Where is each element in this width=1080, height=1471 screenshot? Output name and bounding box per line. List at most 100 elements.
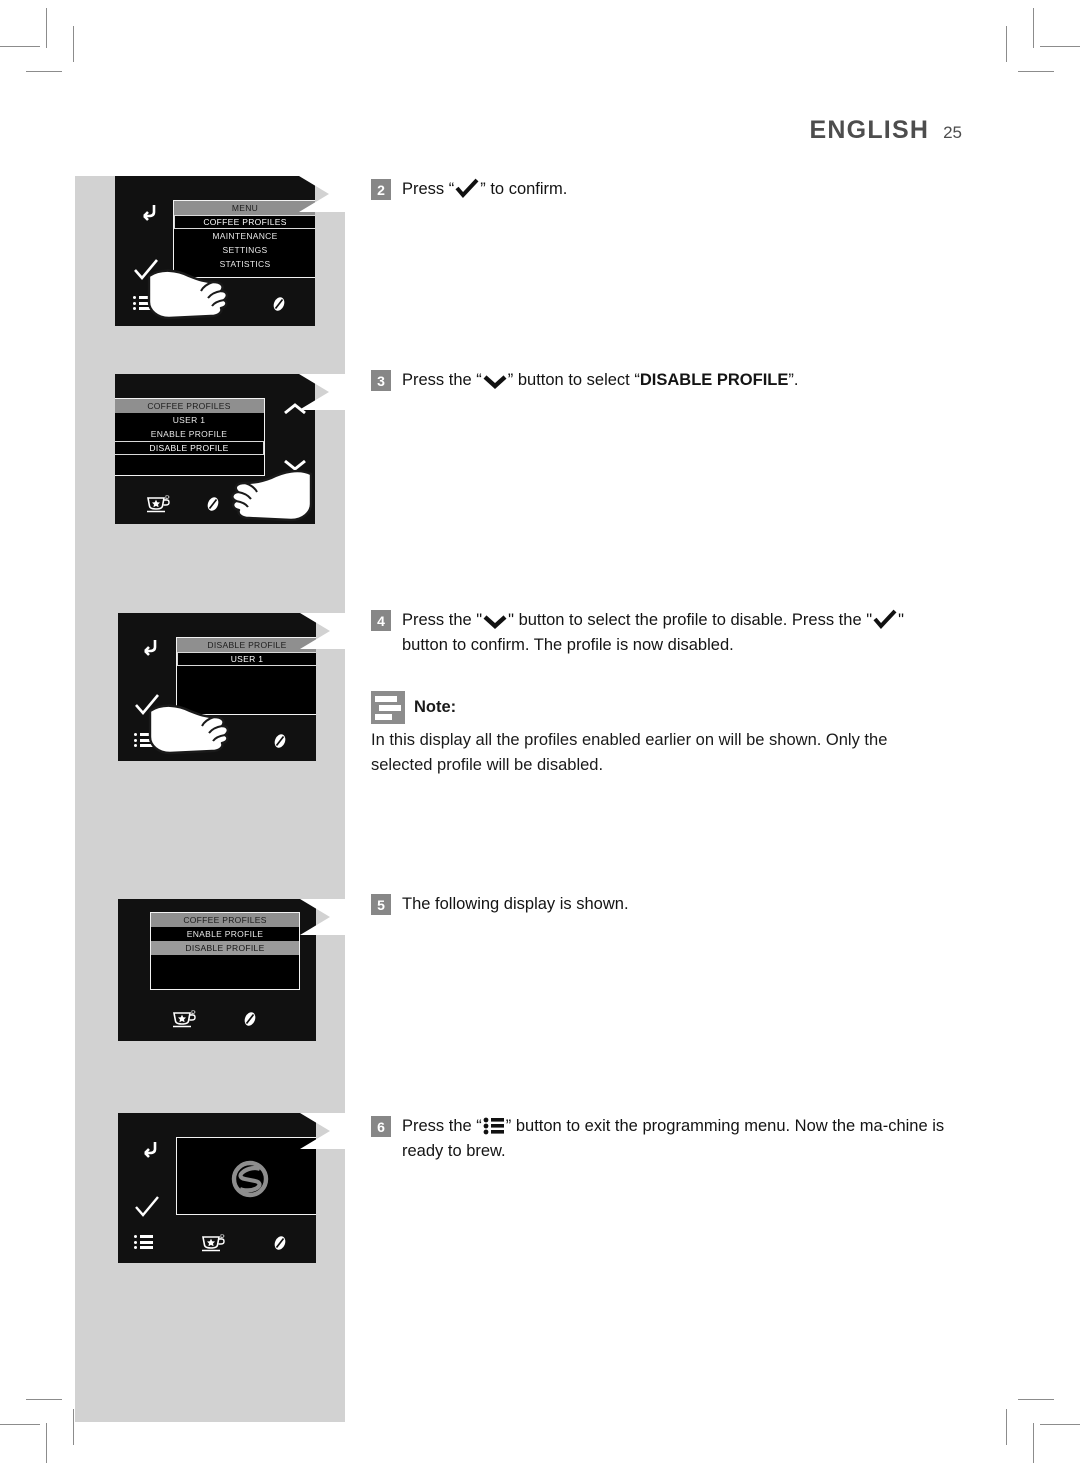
- crop-mark: [1006, 1409, 1007, 1445]
- step-number-badge: 6: [371, 1116, 391, 1137]
- display-coffee-profiles: COFFEE PROFILES USER 1 ENABLE PROFILE DI…: [115, 374, 345, 524]
- crop-mark: [46, 8, 47, 48]
- svg-text:P: P: [191, 1011, 196, 1018]
- list-menu-icon: [483, 1117, 504, 1135]
- back-arrow-icon[interactable]: [137, 198, 161, 227]
- menu-row-user-1[interactable]: USER 1: [177, 652, 316, 666]
- coffee-bean-icon[interactable]: [205, 496, 221, 517]
- back-arrow-icon[interactable]: [138, 1135, 162, 1164]
- checkmark-icon[interactable]: [134, 1195, 160, 1219]
- display-ready-logo: P: [118, 1113, 346, 1263]
- step-6: 6 Press the “” button to exit the progra…: [371, 1114, 961, 1164]
- menu-row-header: DISABLE PROFILE: [177, 638, 316, 652]
- crop-mark: [1018, 1399, 1054, 1400]
- menu-row-disable-profile[interactable]: DISABLE PROFILE: [151, 941, 299, 955]
- coffee-profiles-after-list: COFFEE PROFILES ENABLE PROFILE DISABLE P…: [150, 912, 300, 990]
- note-block: Note: In this display all the profiles e…: [371, 691, 951, 778]
- coffee-bean-icon[interactable]: [271, 296, 287, 317]
- step-2: 2 Press “” to confirm.: [371, 177, 931, 202]
- menu-row-settings[interactable]: SETTINGS: [174, 243, 315, 257]
- cup-profile-icon[interactable]: P: [199, 294, 225, 319]
- disable-profile-list: DISABLE PROFILE USER 1: [176, 637, 316, 715]
- menu-row-header: COFFEE PROFILES: [115, 399, 264, 413]
- step-text: Press “” to confirm.: [402, 178, 568, 198]
- brand-logo-icon: [228, 1157, 272, 1201]
- crop-mark: [1033, 1423, 1034, 1463]
- chevron-up-icon[interactable]: [283, 402, 307, 421]
- crop-mark: [73, 1409, 74, 1445]
- power-icon[interactable]: [275, 494, 293, 517]
- crop-mark: [73, 26, 74, 62]
- menu-row-enable-profile[interactable]: ENABLE PROFILE: [151, 927, 299, 941]
- checkmark-icon: [455, 178, 479, 198]
- note-icon: [371, 691, 405, 724]
- crop-mark: [26, 71, 62, 72]
- step-number-badge: 4: [371, 610, 391, 631]
- step-5: 5 The following display is shown.: [371, 892, 891, 917]
- crop-mark: [0, 1424, 40, 1425]
- crop-mark: [46, 1423, 47, 1463]
- menu-row-statistics[interactable]: STATISTICS: [174, 257, 315, 271]
- checkmark-icon: [873, 609, 897, 629]
- menu-row-coffee-profiles[interactable]: COFFEE PROFILES: [174, 215, 315, 229]
- crop-mark: [1018, 71, 1054, 72]
- cup-profile-icon[interactable]: P: [145, 494, 171, 519]
- coffee-bean-icon[interactable]: [272, 733, 288, 754]
- step-text: Press the " " button to select the profil…: [402, 609, 904, 654]
- list-menu-icon[interactable]: [134, 733, 153, 747]
- page-number: 25: [943, 123, 962, 142]
- menu-row-header: COFFEE PROFILES: [151, 913, 299, 927]
- list-menu-icon[interactable]: [133, 296, 152, 310]
- language-label: ENGLISH: [809, 116, 930, 144]
- back-arrow-icon[interactable]: [138, 633, 162, 662]
- step-4: 4 Press the " " button to select the prof…: [371, 608, 951, 658]
- step-text: The following display is shown.: [402, 895, 629, 913]
- crop-mark: [26, 1399, 62, 1400]
- menu-row-blank: [115, 455, 264, 469]
- step-number-badge: 5: [371, 894, 391, 915]
- menu-row-blank: [177, 666, 316, 680]
- crop-mark: [1006, 26, 1007, 62]
- step-number-badge: 2: [371, 179, 391, 200]
- coffee-bean-icon[interactable]: [272, 1235, 288, 1256]
- cup-profile-icon[interactable]: P: [200, 731, 226, 756]
- svg-text:P: P: [219, 296, 224, 303]
- svg-text:P: P: [165, 496, 170, 503]
- menu-row-header: MENU: [174, 201, 315, 215]
- display-disable-profile: DISABLE PROFILE USER 1 P: [118, 613, 346, 761]
- step-text: Press the “” button to exit the programm…: [402, 1117, 945, 1160]
- chevron-down-icon: [483, 615, 507, 629]
- menu-row-blank: [151, 955, 299, 969]
- crop-mark: [1040, 1424, 1080, 1425]
- menu-row-maintenance[interactable]: MAINTENANCE: [174, 229, 315, 243]
- cup-profile-icon[interactable]: P: [171, 1009, 197, 1034]
- list-menu-icon[interactable]: [134, 1235, 153, 1249]
- step-text: Press the “” button to select “DISABLE P…: [402, 371, 799, 389]
- display-menu-list: MENU COFFEE PROFILES MAINTENANCE SETTING…: [173, 200, 315, 278]
- menu-row-blank: [151, 969, 299, 983]
- manual-page: ENGLISH 25 MENU COFFEE PROFILES MAINTENA…: [0, 0, 1080, 1471]
- chevron-down-icon: [483, 375, 507, 389]
- crop-mark: [0, 46, 40, 47]
- step-number-badge: 3: [371, 370, 391, 391]
- crop-mark: [1033, 8, 1034, 48]
- coffee-profiles-list: COFFEE PROFILES USER 1 ENABLE PROFILE DI…: [115, 398, 265, 476]
- crop-mark: [1040, 46, 1080, 47]
- svg-text:P: P: [220, 733, 225, 740]
- display-coffee-profiles-after: COFFEE PROFILES ENABLE PROFILE DISABLE P…: [118, 899, 346, 1041]
- menu-row-disable-profile[interactable]: DISABLE PROFILE: [115, 441, 264, 455]
- note-header: Note:: [371, 691, 951, 724]
- menu-row-blank: [177, 680, 316, 694]
- page-header: ENGLISH 25: [810, 116, 962, 145]
- note-title: Note:: [414, 698, 457, 716]
- checkmark-icon[interactable]: [133, 258, 159, 282]
- chevron-down-icon[interactable]: [283, 458, 307, 477]
- cup-profile-icon[interactable]: P: [200, 1233, 226, 1258]
- menu-row-user-1[interactable]: USER 1: [115, 413, 264, 427]
- coffee-bean-icon[interactable]: [242, 1011, 258, 1032]
- note-body: In this display all the profiles enabled…: [371, 731, 888, 774]
- display-menu: MENU COFFEE PROFILES MAINTENANCE SETTING…: [115, 176, 345, 326]
- step-3: 3 Press the “” button to select “DISABLE…: [371, 368, 931, 393]
- menu-row-enable-profile[interactable]: ENABLE PROFILE: [115, 427, 264, 441]
- checkmark-icon[interactable]: [134, 693, 160, 717]
